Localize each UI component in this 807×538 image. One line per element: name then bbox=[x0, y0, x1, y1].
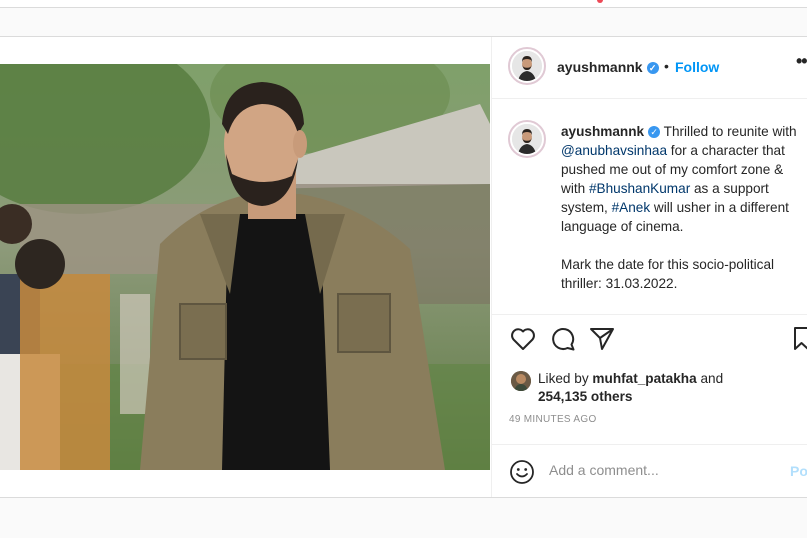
verified-badge-icon: ✓ bbox=[646, 62, 659, 74]
caption-username[interactable]: ayushmannk bbox=[561, 124, 644, 139]
post-timestamp[interactable]: 49 MINUTES AGO bbox=[509, 414, 597, 425]
post-photo[interactable] bbox=[0, 64, 490, 470]
heart-icon[interactable] bbox=[510, 327, 536, 356]
action-bar bbox=[492, 315, 807, 365]
mention-link[interactable]: @anubhavsinhaa bbox=[561, 143, 667, 158]
likes-section: Liked by muhfat_patakha and 254,135 other… bbox=[492, 365, 807, 409]
comment-icon[interactable] bbox=[550, 327, 576, 356]
post-sidebar: ayushmannk✓ • Follow ••• ayush bbox=[491, 37, 807, 497]
caption-avatar[interactable] bbox=[508, 120, 546, 158]
notification-dot bbox=[597, 0, 603, 3]
caption-text: ayushmannk ✓ Thrilled to reunite with @an… bbox=[561, 122, 807, 293]
caption-segment: Thrilled to reunite with bbox=[660, 124, 797, 139]
post-header: ayushmannk✓ • Follow ••• bbox=[492, 37, 807, 99]
username-link[interactable]: ayushmannk ✓ bbox=[557, 59, 659, 75]
post-comment-button[interactable]: Po bbox=[790, 463, 807, 479]
instagram-post: ayushmannk✓ • Follow ••• ayush bbox=[0, 36, 807, 498]
follow-button[interactable]: Follow bbox=[675, 59, 719, 75]
avatar-image bbox=[512, 124, 542, 154]
avatar-portrait bbox=[512, 124, 542, 154]
liker-username[interactable]: muhfat_patakha bbox=[592, 371, 696, 386]
username-text: ayushmannk bbox=[557, 59, 643, 75]
avatar-portrait bbox=[512, 51, 542, 81]
comment-form: Po bbox=[492, 444, 807, 498]
top-nav-bar bbox=[0, 0, 807, 8]
separator-dot: • bbox=[664, 58, 669, 74]
hashtag-link[interactable]: #Anek bbox=[612, 200, 651, 215]
bookmark-icon[interactable] bbox=[794, 327, 807, 356]
post-photo-illustration bbox=[0, 64, 490, 470]
smiley-icon[interactable] bbox=[510, 460, 534, 489]
caption-paragraph: Mark the date for this socio-political t… bbox=[561, 257, 775, 291]
post-caption: ayushmannk ✓ Thrilled to reunite with @an… bbox=[492, 98, 807, 315]
likes-middle: and bbox=[696, 371, 724, 386]
likes-text: Liked by muhfat_patakha and 254,135 other… bbox=[538, 370, 798, 406]
ellipsis-icon[interactable]: ••• bbox=[796, 51, 807, 72]
likes-prefix: Liked by bbox=[538, 371, 593, 386]
avatar[interactable] bbox=[508, 47, 546, 85]
verified-badge-icon: ✓ bbox=[648, 126, 661, 138]
liker-avatar[interactable] bbox=[511, 371, 531, 391]
hashtag-link[interactable]: #BhushanKumar bbox=[589, 181, 690, 196]
avatar-image bbox=[512, 51, 542, 81]
liker-portrait bbox=[511, 371, 531, 391]
likes-count[interactable]: 254,135 others bbox=[538, 389, 632, 404]
comment-input[interactable] bbox=[549, 462, 779, 478]
share-icon[interactable] bbox=[589, 327, 615, 356]
